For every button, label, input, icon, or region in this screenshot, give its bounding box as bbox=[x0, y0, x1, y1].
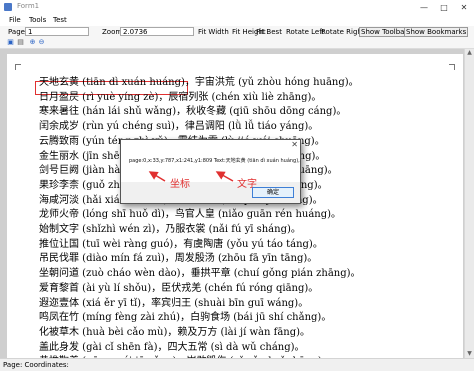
text-line: 天地玄黄 (tiān dì xuán huáng)，宇宙洪荒 (yǔ zhòu … bbox=[39, 77, 359, 88]
show-toolbar-button[interactable]: Show Toolbar bbox=[359, 27, 410, 37]
print-icon[interactable]: ▤ bbox=[17, 39, 24, 46]
text-line: 化被草木 (huà bèi cǎo mù)，赖及万方 (lài jí wàn f… bbox=[39, 326, 311, 338]
vertical-scrollbar[interactable]: ▲ ▼ bbox=[464, 49, 474, 358]
dialog-footer: 确定 bbox=[121, 182, 300, 203]
text-line: 日月盈昃 (rì yuè yíng zè)，辰宿列张 (chén xiù liè… bbox=[39, 91, 322, 103]
window-controls: — □ ✕ bbox=[414, 0, 474, 15]
maximize-button[interactable]: □ bbox=[434, 0, 454, 15]
page-input[interactable]: 1 bbox=[25, 27, 89, 36]
status-text: Page: Coordinates: bbox=[3, 361, 69, 369]
crop-mark-right bbox=[449, 64, 455, 70]
text-line: 推位让国 (tuī wèi ràng guó)，有虞陶唐 (yǒu yú táo… bbox=[39, 238, 323, 250]
text-line: 坐朝问道 (zuò cháo wèn dào)，垂拱平章 (chuí gǒng … bbox=[39, 268, 361, 280]
menu-test[interactable]: Test bbox=[53, 16, 67, 24]
dialog-message: page:0,x:33,y:787,x1:241,y1:809 Text:天地玄… bbox=[129, 158, 300, 164]
zoom-input[interactable]: 2.0736 bbox=[120, 27, 194, 36]
scroll-down-icon[interactable]: ▼ bbox=[465, 350, 474, 358]
app-icon bbox=[4, 3, 12, 11]
menu-bar: File Tools Test bbox=[0, 15, 474, 26]
text-line: 闰余成岁 (rùn yú chéng suì)，律吕调阳 (lǜ lǚ tiáo… bbox=[39, 121, 319, 133]
crop-mark-left bbox=[15, 64, 21, 70]
text-annotation: 文字 bbox=[237, 179, 257, 190]
coordinates-annotation: 坐标 bbox=[170, 179, 190, 190]
text-line: 鸣凤在竹 (míng fèng zài zhú)，白驹食场 (bái jū sh… bbox=[39, 312, 332, 324]
scroll-up-icon[interactable]: ▲ bbox=[465, 49, 474, 57]
fit-width-button[interactable]: Fit Width bbox=[197, 27, 230, 37]
save-icon[interactable]: ▣ bbox=[7, 39, 14, 46]
text-line: 盖此身发 (gài cǐ shēn fà)，四大五常 (sì dà wǔ chá… bbox=[39, 341, 305, 353]
text-line: 吊民伐罪 (diào mín fá zuì)，周发殷汤 (zhōu fā yīn… bbox=[39, 253, 318, 265]
dialog-close-icon[interactable]: ✕ bbox=[291, 140, 298, 149]
minimize-button[interactable]: — bbox=[414, 0, 434, 15]
message-dialog: ✕ page:0,x:33,y:787,x1:241,y1:809 Text:天… bbox=[120, 139, 301, 204]
document-page: 天地玄黄 (tiān dì xuán huáng)，宇宙洪荒 (yǔ zhòu … bbox=[7, 54, 463, 374]
status-bar: Page: Coordinates: bbox=[0, 358, 474, 371]
text-line: 龙师火帝 (lóng shī huǒ dì)，鸟官人皇 (niǎo guān r… bbox=[39, 209, 342, 221]
text-line: 爱育黎首 (ài yù lí shǒu)，臣伏戎羌 (chén fú róng … bbox=[39, 282, 319, 294]
close-button[interactable]: ✕ bbox=[454, 0, 474, 15]
zoom-out-icon[interactable]: ⊖ bbox=[38, 39, 45, 46]
toolbar: Page: 1 Zoom: 2.0736 Fit Width Fit Heigh… bbox=[0, 26, 474, 38]
text-line: 始制文字 (shǐzhì wén zì)，乃服衣裳 (nǎi fú yī shá… bbox=[39, 224, 301, 235]
zoom-in-icon[interactable]: ⊕ bbox=[29, 39, 36, 46]
show-bookmarks-button[interactable]: Show Bookmarks bbox=[404, 27, 469, 37]
text-line: 寒来暑往 (hán lái shǔ wǎng)，秋收冬藏 (qiū shōu d… bbox=[39, 106, 347, 118]
ok-button[interactable]: 确定 bbox=[252, 187, 294, 198]
menu-file[interactable]: File bbox=[9, 16, 21, 24]
icon-toolbar: ▣ ▤ ⊕ ⊖ bbox=[0, 38, 474, 49]
text-line: 遐迩壹体 (xiá ěr yī tǐ)，率宾归王 (shuài bīn guī … bbox=[39, 297, 309, 309]
window-title: Form1 bbox=[17, 2, 40, 10]
menu-tools[interactable]: Tools bbox=[29, 16, 46, 24]
title-bar: Form1 — □ ✕ bbox=[0, 0, 474, 15]
fit-best-button[interactable]: Fit Best bbox=[255, 27, 283, 37]
